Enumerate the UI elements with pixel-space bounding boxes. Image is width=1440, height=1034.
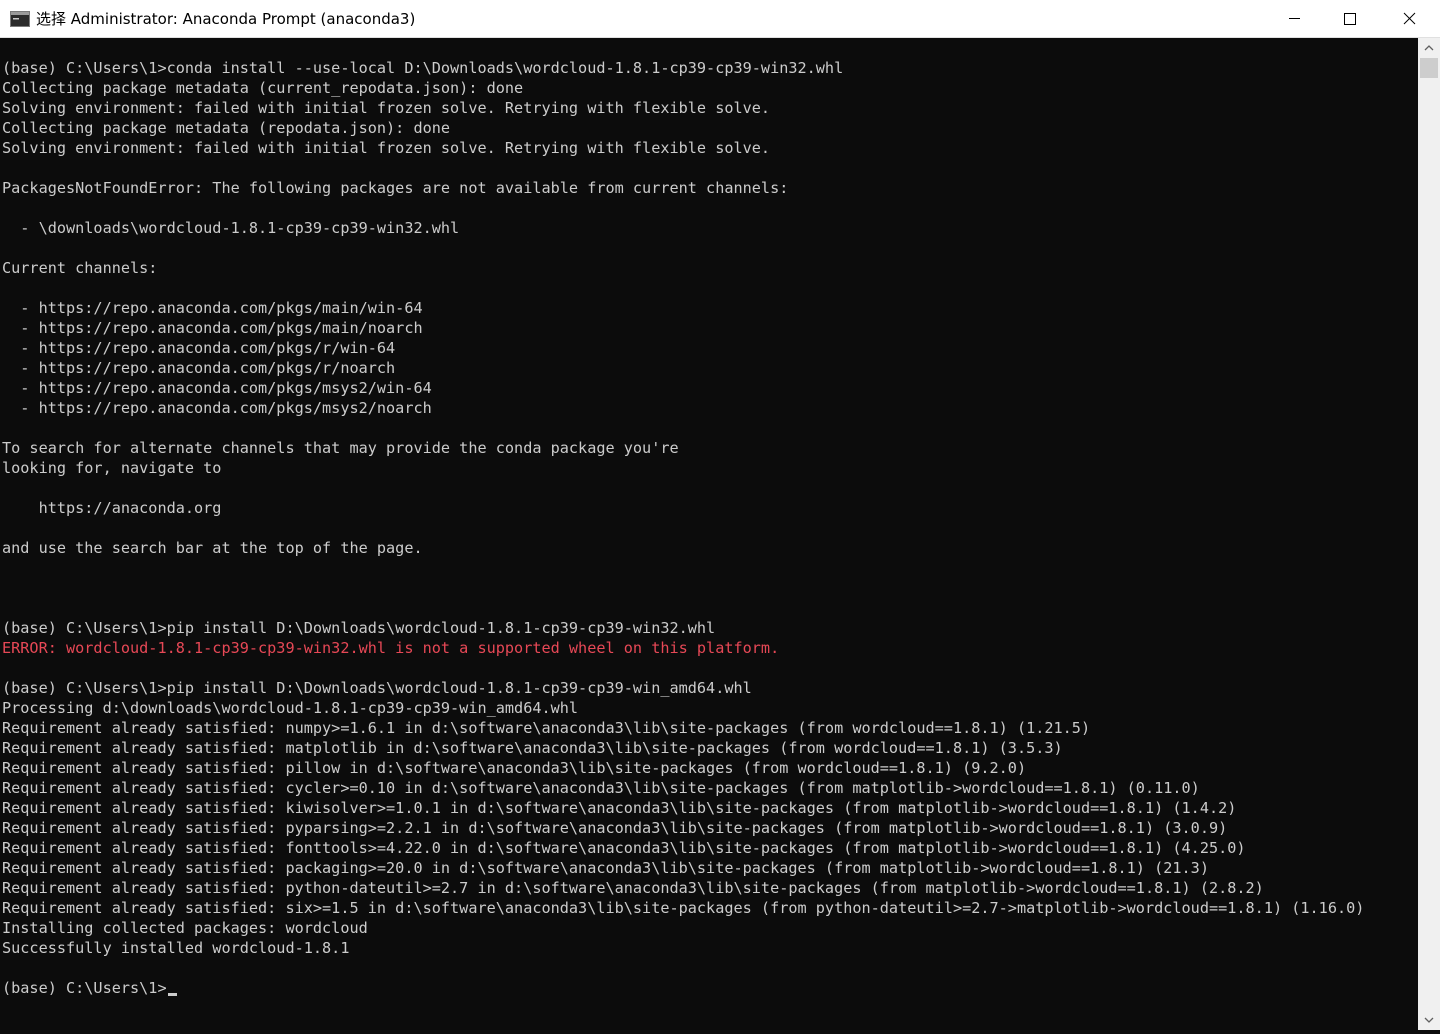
console-line: Collecting package metadata (repodata.js… [2, 119, 451, 137]
text-cursor [167, 993, 177, 996]
console-line: (base) C:\Users\1>conda install --use-lo… [2, 59, 844, 77]
close-icon [1403, 12, 1416, 25]
console-line: Requirement already satisfied: matplotli… [2, 739, 1063, 757]
console-line: - https://repo.anaconda.com/pkgs/main/no… [2, 319, 423, 337]
console-line: Requirement already satisfied: cycler>=0… [2, 779, 1200, 797]
console-line: Current channels: [2, 259, 158, 277]
console-line: Requirement already satisfied: kiwisolve… [2, 799, 1237, 817]
console-line: Requirement already satisfied: pillow in… [2, 759, 1027, 777]
console-line: (base) C:\Users\1>pip install D:\Downloa… [2, 679, 752, 697]
console-line: Requirement already satisfied: numpy>=1.… [2, 719, 1091, 737]
console-line: Requirement already satisfied: pyparsing… [2, 819, 1228, 837]
console-line: Installing collected packages: wordcloud [2, 919, 368, 937]
scroll-thumb[interactable] [1420, 58, 1438, 78]
arrow-up-icon [1424, 45, 1434, 51]
arrow-down-icon [1424, 1017, 1434, 1023]
title-bar[interactable]: 选择 Administrator: Anaconda Prompt (anaco… [0, 0, 1440, 38]
console-line: and use the search bar at the top of the… [2, 539, 423, 557]
console-line: Requirement already satisfied: six>=1.5 … [2, 899, 1365, 917]
console-line: PackagesNotFoundError: The following pac… [2, 179, 789, 197]
console-line: Solving environment: failed with initial… [2, 99, 771, 117]
console-output[interactable]: (base) C:\Users\1>conda install --use-lo… [0, 38, 1418, 1030]
console-error-line: ERROR: wordcloud-1.8.1-cp39-cp39-win32.w… [2, 639, 780, 657]
maximize-icon [1344, 13, 1356, 25]
console-line: - https://repo.anaconda.com/pkgs/msys2/w… [2, 379, 432, 397]
console-line: Requirement already satisfied: fonttools… [2, 839, 1246, 857]
prompt-text: (base) C:\Users\1> [2, 979, 167, 997]
scroll-down-button[interactable] [1418, 1010, 1440, 1030]
console-line: - https://repo.anaconda.com/pkgs/r/win-6… [2, 339, 396, 357]
window-title: 选择 Administrator: Anaconda Prompt (anaco… [36, 10, 416, 28]
console-icon [10, 11, 30, 27]
console-line: - https://repo.anaconda.com/pkgs/r/noarc… [2, 359, 396, 377]
maximize-button[interactable] [1321, 0, 1379, 37]
close-button[interactable] [1380, 0, 1438, 37]
console-line: Collecting package metadata (current_rep… [2, 79, 524, 97]
console-line: (base) C:\Users\1>pip install D:\Downloa… [2, 619, 716, 637]
console-line: Successfully installed wordcloud-1.8.1 [2, 939, 350, 957]
console-prompt-line[interactable]: (base) C:\Users\1> [2, 978, 1364, 998]
console-line: Processing d:\downloads\wordcloud-1.8.1-… [2, 699, 579, 717]
console-line: To search for alternate channels that ma… [2, 439, 679, 457]
console-line: - https://repo.anaconda.com/pkgs/msys2/n… [2, 399, 432, 417]
console-window: 选择 Administrator: Anaconda Prompt (anaco… [0, 0, 1440, 1030]
vertical-scrollbar[interactable] [1418, 38, 1440, 1030]
console-line: https://anaconda.org [2, 499, 222, 517]
console-line: Solving environment: failed with initial… [2, 139, 771, 157]
scroll-up-button[interactable] [1418, 38, 1440, 58]
console-lines: (base) C:\Users\1>conda install --use-lo… [2, 58, 1364, 998]
console-line: - https://repo.anaconda.com/pkgs/main/wi… [2, 299, 423, 317]
console-line: Requirement already satisfied: packaging… [2, 859, 1209, 877]
minimize-icon [1289, 18, 1300, 19]
console-line: Requirement already satisfied: python-da… [2, 879, 1264, 897]
minimize-button[interactable] [1265, 0, 1323, 37]
console-line: looking for, navigate to [2, 459, 222, 477]
console-line: - \downloads\wordcloud-1.8.1-cp39-cp39-w… [2, 219, 460, 237]
